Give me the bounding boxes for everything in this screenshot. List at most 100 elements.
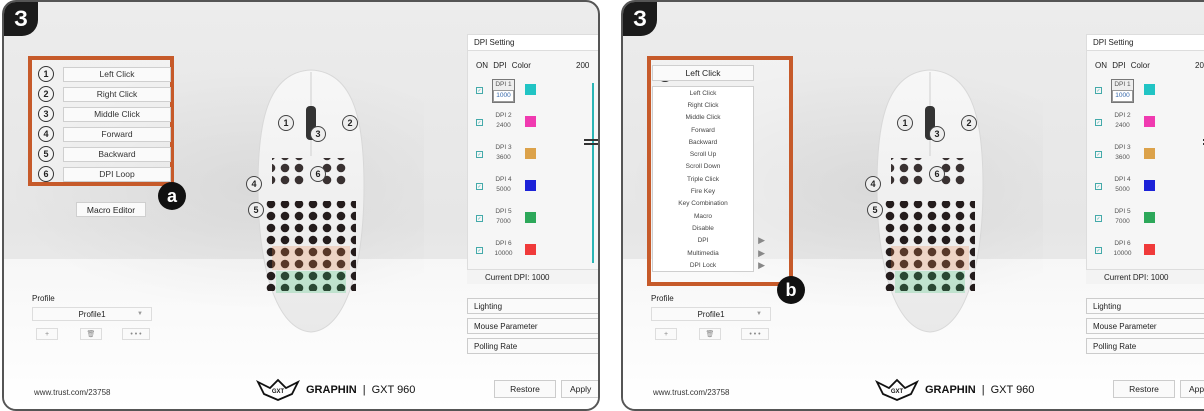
button-row-2[interactable]: 2 Right Click	[38, 86, 171, 102]
dpi-enable-checkbox[interactable]: ✓	[1095, 215, 1102, 222]
dpi-level-1[interactable]: DPI 1 1000	[492, 79, 515, 103]
option-triple-click[interactable]: Triple Click	[653, 173, 753, 185]
dpi-value[interactable]: 10000	[492, 249, 515, 259]
dpi-enable-checkbox[interactable]: ✓	[476, 247, 483, 254]
dpi-color-swatch[interactable]	[1144, 212, 1155, 223]
dpi-level-4[interactable]: DPI 4 5000	[1111, 175, 1134, 195]
dpi-value[interactable]: 5000	[492, 185, 515, 195]
option-left-click[interactable]: Left Click	[653, 87, 753, 99]
dpi-color-swatch[interactable]	[525, 148, 536, 159]
option-dpi-lock[interactable]: DPI Lock ▶	[653, 259, 765, 271]
dpi-color-swatch[interactable]	[1144, 148, 1155, 159]
button-row-5[interactable]: 5 Backward	[38, 146, 171, 162]
dpi-enable-checkbox[interactable]: ✓	[1095, 183, 1102, 190]
website-link[interactable]: www.trust.com/23758	[653, 388, 729, 397]
button-assign-right-click[interactable]: Right Click	[63, 86, 171, 102]
dpi-level-3[interactable]: DPI 3 3600	[1111, 143, 1134, 163]
dpi-color-swatch[interactable]	[525, 212, 536, 223]
button-assign-forward[interactable]: Forward	[63, 126, 171, 142]
website-link[interactable]: www.trust.com/23758	[34, 388, 110, 397]
option-backward[interactable]: Backward	[653, 136, 753, 148]
option-disable[interactable]: Disable	[653, 222, 753, 234]
restore-button[interactable]: Restore	[494, 380, 556, 398]
dpi-enable-checkbox[interactable]: ✓	[1095, 87, 1102, 94]
dpi-value[interactable]: 5000	[1111, 185, 1134, 195]
brand-name: GRAPHIN	[306, 384, 357, 396]
option-forward[interactable]: Forward	[653, 124, 753, 136]
dpi-slider-handle[interactable]	[584, 139, 598, 141]
dpi-color-swatch[interactable]	[525, 116, 536, 127]
option-right-click[interactable]: Right Click	[653, 99, 753, 111]
profile-select[interactable]: Profile1 ▼	[651, 307, 771, 321]
dpi-color-swatch[interactable]	[525, 84, 536, 95]
dpi-value[interactable]: 7000	[492, 217, 515, 227]
dpi-level-2[interactable]: DPI 2 2400	[492, 111, 515, 131]
macro-editor-button[interactable]: Macro Editor	[76, 202, 146, 217]
button-assign-middle-click[interactable]: Middle Click	[63, 106, 171, 122]
dpi-color-swatch[interactable]	[1144, 116, 1155, 127]
option-scroll-up[interactable]: Scroll Up	[653, 148, 753, 160]
button-row-3[interactable]: 3 Middle Click	[38, 106, 171, 122]
polling-rate-section[interactable]: Polling Rate	[467, 338, 598, 354]
profile-select[interactable]: Profile1 ▼	[32, 307, 152, 321]
dpi-enable-checkbox[interactable]: ✓	[476, 215, 483, 222]
button-row-1[interactable]: 1 Left Click	[38, 66, 171, 82]
dpi-enable-checkbox[interactable]: ✓	[1095, 119, 1102, 126]
dpi-value[interactable]: 1000	[493, 90, 514, 102]
apply-button[interactable]: Apply	[561, 380, 598, 398]
button-assign-dpi-loop[interactable]: DPI Loop	[63, 166, 171, 182]
option-scroll-down[interactable]: Scroll Down	[653, 161, 753, 173]
button-function-dropdown[interactable]: Left Click	[652, 65, 754, 81]
dpi-enable-checkbox[interactable]: ✓	[476, 119, 483, 126]
dpi-enable-checkbox[interactable]: ✓	[476, 151, 483, 158]
dpi-color-swatch[interactable]	[1144, 244, 1155, 255]
dpi-enable-checkbox[interactable]: ✓	[1095, 247, 1102, 254]
dpi-level-6[interactable]: DPI 6 10000	[492, 239, 515, 259]
button-row-6[interactable]: 6 DPI Loop	[38, 166, 171, 182]
dpi-value[interactable]: 7000	[1111, 217, 1134, 227]
option-key-combination[interactable]: Key Combination	[653, 198, 753, 210]
mouse-parameter-section[interactable]: Mouse Parameter	[1086, 318, 1204, 334]
option-dpi[interactable]: DPI ▶	[653, 235, 765, 247]
dpi-level-6[interactable]: DPI 6 10000	[1111, 239, 1134, 259]
dpi-value[interactable]: 10000	[1111, 249, 1134, 259]
dpi-enable-checkbox[interactable]: ✓	[476, 87, 483, 94]
option-macro[interactable]: Macro	[653, 210, 753, 222]
dpi-value[interactable]: 2400	[492, 121, 515, 131]
dpi-value[interactable]: 3600	[492, 153, 515, 163]
button-assign-backward[interactable]: Backward	[63, 146, 171, 162]
add-profile-button[interactable]: +	[36, 328, 58, 340]
button-row-4[interactable]: 4 Forward	[38, 126, 171, 142]
delete-profile-button[interactable]: 🗑	[699, 328, 721, 340]
dpi-level-4[interactable]: DPI 4 5000	[492, 175, 515, 195]
option-middle-click[interactable]: Middle Click	[653, 112, 753, 124]
dpi-level-3[interactable]: DPI 3 3600	[492, 143, 515, 163]
dpi-value[interactable]: 3600	[1111, 153, 1134, 163]
add-profile-button[interactable]: +	[655, 328, 677, 340]
dpi-level-5[interactable]: DPI 5 7000	[1111, 207, 1134, 227]
button-assign-left-click[interactable]: Left Click	[63, 66, 171, 82]
more-profile-button[interactable]: • • •	[741, 328, 769, 340]
dpi-color-swatch[interactable]	[525, 180, 536, 191]
dpi-value[interactable]: 1000	[1112, 90, 1133, 102]
option-fire-key[interactable]: Fire Key	[653, 185, 753, 197]
dpi-color-swatch[interactable]	[1144, 84, 1155, 95]
delete-profile-button[interactable]: 🗑	[80, 328, 102, 340]
dpi-level-1[interactable]: DPI 1 1000	[1111, 79, 1134, 103]
dpi-slider-track[interactable]	[592, 83, 594, 263]
dpi-color-swatch[interactable]	[525, 244, 536, 255]
dpi-value[interactable]: 2400	[1111, 121, 1134, 131]
dpi-enable-checkbox[interactable]: ✓	[1095, 151, 1102, 158]
more-profile-button[interactable]: • • •	[122, 328, 150, 340]
dpi-level-5[interactable]: DPI 5 7000	[492, 207, 515, 227]
restore-button[interactable]: Restore	[1113, 380, 1175, 398]
polling-rate-section[interactable]: Polling Rate	[1086, 338, 1204, 354]
dpi-enable-checkbox[interactable]: ✓	[476, 183, 483, 190]
dpi-level-2[interactable]: DPI 2 2400	[1111, 111, 1134, 131]
option-multimedia[interactable]: Multimedia ▶	[653, 247, 765, 259]
lighting-section[interactable]: Lighting	[467, 298, 598, 314]
dpi-color-swatch[interactable]	[1144, 180, 1155, 191]
mouse-parameter-section[interactable]: Mouse Parameter	[467, 318, 598, 334]
lighting-section[interactable]: Lighting	[1086, 298, 1204, 314]
apply-button[interactable]: Appl	[1180, 380, 1204, 398]
